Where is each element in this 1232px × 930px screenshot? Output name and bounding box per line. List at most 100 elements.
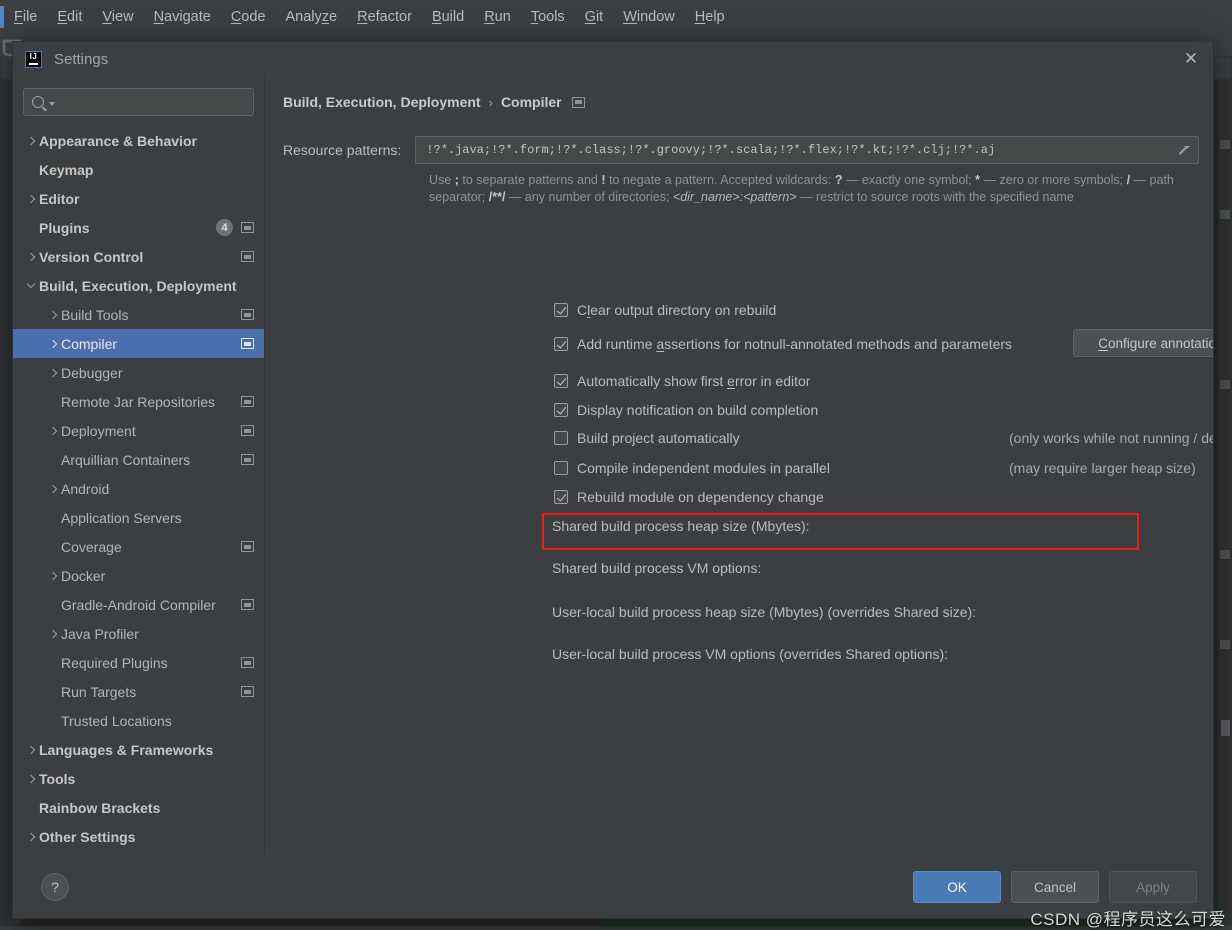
sidebar-item-other-settings[interactable]: Other Settings (13, 822, 264, 851)
sidebar-item-java-profiler[interactable]: Java Profiler (13, 619, 264, 648)
chevron-right-icon[interactable] (23, 747, 39, 753)
sidebar-item-gradle-android-compiler[interactable]: Gradle-Android Compiler (13, 590, 264, 619)
menu-item-window[interactable]: Window (613, 6, 685, 28)
checkbox-compile-independent-modules-in-parallel[interactable] (554, 461, 568, 475)
menu-item-analyze[interactable]: Analyze (276, 6, 348, 28)
chevron-right-icon[interactable] (45, 370, 61, 376)
cancel-button[interactable]: Cancel (1011, 871, 1099, 903)
checkbox-row[interactable]: Compile independent modules in parallel(… (554, 460, 830, 476)
menu-item-code[interactable]: Code (221, 6, 276, 28)
checkbox-label-pre: Build project automatically (577, 430, 740, 446)
checkbox-row[interactable]: Clear output directory on rebuild (554, 302, 776, 318)
checkbox-row[interactable]: Display notification on build completion (554, 402, 818, 418)
sidebar-item-label: Remote Jar Repositories (61, 394, 215, 410)
chevron-right-icon[interactable] (45, 312, 61, 318)
resource-patterns-input[interactable] (424, 142, 1169, 158)
apply-button[interactable]: Apply (1109, 871, 1197, 903)
chevron-right-icon[interactable] (45, 573, 61, 579)
sidebar-item-editor[interactable]: Editor (13, 184, 264, 213)
chevron-right-icon[interactable] (45, 341, 61, 347)
checkbox-row[interactable]: Rebuild module on dependency change (554, 489, 824, 505)
breadcrumb-separator-icon: › (489, 95, 493, 110)
sidebar-item-label: Build Tools (61, 307, 128, 323)
help-button[interactable]: ? (41, 873, 69, 901)
background-scrollbar-thumb[interactable] (1221, 720, 1230, 736)
chevron-right-icon[interactable] (23, 196, 39, 202)
menu-item-tools[interactable]: Tools (521, 6, 575, 28)
menu-item-build[interactable]: Build (422, 6, 474, 28)
sidebar-item-label: Rainbow Brackets (39, 800, 160, 816)
checkbox-rebuild-module-on-dependency-change[interactable] (554, 490, 568, 504)
intellij-logo-text: IJ (30, 53, 38, 61)
resource-patterns-label: Resource patterns: (283, 142, 401, 158)
menu-item-help[interactable]: Help (685, 6, 735, 28)
field-label: Shared build process VM options: (552, 560, 761, 576)
sidebar-item-tools[interactable]: Tools (13, 764, 264, 793)
breadcrumb-root[interactable]: Build, Execution, Deployment (283, 94, 481, 110)
checkbox-row[interactable]: Build project automatically(only works w… (554, 430, 740, 446)
menu-item-view[interactable]: View (92, 6, 143, 28)
sidebar-item-android[interactable]: Android (13, 474, 264, 503)
menu-item-refactor[interactable]: Refactor (347, 6, 422, 28)
chevron-right-icon[interactable] (23, 834, 39, 840)
sidebar-item-appearance-behavior[interactable]: Appearance & Behavior (13, 126, 264, 155)
help-globstar: /**/ (489, 190, 506, 204)
chevron-right-icon[interactable] (23, 138, 39, 144)
sidebar-item-docker[interactable]: Docker (13, 561, 264, 590)
sidebar-item-plugins[interactable]: Plugins4 (13, 213, 264, 242)
menu-item-file[interactable]: File (4, 6, 47, 28)
sidebar-item-trusted-locations[interactable]: Trusted Locations (13, 706, 264, 735)
sidebar-item-label: Compiler (61, 336, 117, 352)
sidebar-item-application-servers[interactable]: Application Servers (13, 503, 264, 532)
chevron-right-icon[interactable] (23, 776, 39, 782)
sidebar-item-label: Appearance & Behavior (39, 133, 197, 149)
sidebar-item-label: Debugger (61, 365, 123, 381)
ok-button[interactable]: OK (913, 871, 1001, 903)
project-settings-icon (241, 686, 254, 697)
menu-item-git[interactable]: Git (575, 6, 614, 28)
sidebar-item-compiler[interactable]: Compiler (13, 329, 264, 358)
sidebar-item-label: Languages & Frameworks (39, 742, 213, 758)
sidebar-item-run-targets[interactable]: Run Targets (13, 677, 264, 706)
project-settings-icon (241, 454, 254, 465)
sidebar-item-version-control[interactable]: Version Control (13, 242, 264, 271)
sidebar-item-languages-frameworks[interactable]: Languages & Frameworks (13, 735, 264, 764)
chevron-down-icon[interactable] (23, 284, 39, 287)
menu-item-navigate[interactable]: Navigate (144, 6, 221, 28)
sidebar-item-build-tools[interactable]: Build Tools (13, 300, 264, 329)
checkbox-clear-output-directory-on-rebuild[interactable] (554, 303, 568, 317)
search-input[interactable] (60, 94, 245, 111)
menu-item-run[interactable]: Run (474, 6, 521, 28)
sidebar-item-keymap[interactable]: Keymap (13, 155, 264, 184)
chevron-right-icon[interactable] (45, 631, 61, 637)
configure-annotations-button[interactable]: Configure annotations… (1073, 329, 1213, 357)
sidebar-item-arquillian-containers[interactable]: Arquillian Containers (13, 445, 264, 474)
resource-patterns-field[interactable] (415, 136, 1199, 164)
sidebar-item-coverage[interactable]: Coverage (13, 532, 264, 561)
menu-item-edit[interactable]: Edit (47, 6, 92, 28)
sidebar-item-build-execution-deployment[interactable]: Build, Execution, Deployment (13, 271, 264, 300)
project-settings-icon (241, 338, 254, 349)
checkbox-add-runtime-assertions-for-notnull-annotated-methods-and-parameters[interactable] (554, 337, 568, 351)
help-seg-4: — exactly one symbol; (842, 173, 975, 187)
checkbox-row[interactable]: Add runtime assertions for notnull-annot… (554, 336, 1012, 352)
chevron-right-icon[interactable] (45, 428, 61, 434)
sidebar-item-required-plugins[interactable]: Required Plugins (13, 648, 264, 677)
sidebar-item-label: Version Control (39, 249, 143, 265)
sidebar-item-debugger[interactable]: Debugger (13, 358, 264, 387)
checkbox-build-project-automatically[interactable] (554, 431, 568, 445)
sidebar-item-rainbow-brackets[interactable]: Rainbow Brackets (13, 793, 264, 822)
sidebar-item-remote-jar-repositories[interactable]: Remote Jar Repositories (13, 387, 264, 416)
chevron-right-icon[interactable] (45, 486, 61, 492)
checkbox-label-pre: Display notification on build completion (577, 402, 818, 418)
chevron-right-icon[interactable] (23, 254, 39, 260)
close-icon[interactable]: ✕ (1177, 45, 1205, 73)
sidebar-item-deployment[interactable]: Deployment (13, 416, 264, 445)
project-settings-icon (241, 309, 254, 320)
checkbox-row[interactable]: Automatically show first error in editor (554, 373, 810, 389)
search-box[interactable] (23, 88, 254, 116)
chevron-down-icon[interactable] (49, 102, 55, 106)
checkbox-display-notification-on-build-completion[interactable] (554, 403, 568, 417)
expand-icon[interactable] (1175, 143, 1190, 158)
checkbox-automatically-show-first-error-in-editor[interactable] (554, 374, 568, 388)
